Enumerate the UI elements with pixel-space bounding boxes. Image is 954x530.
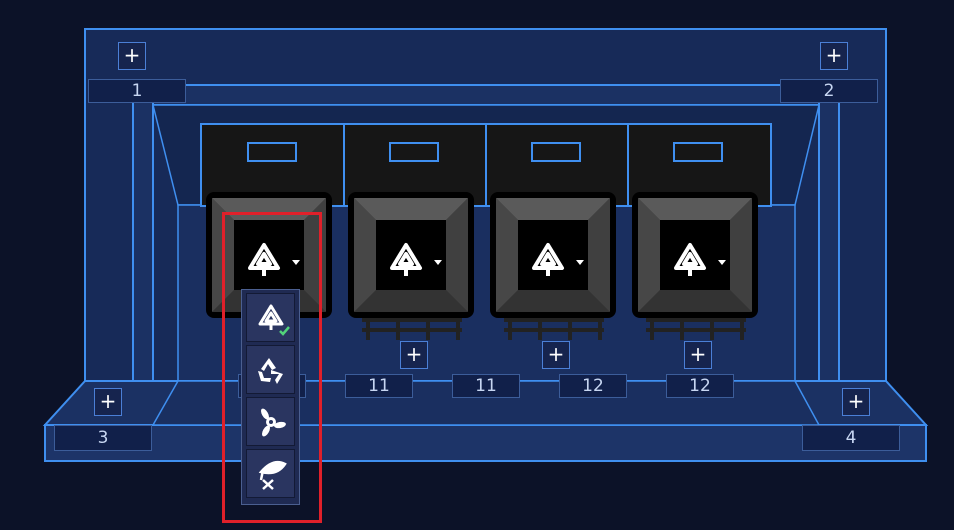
add-button-1[interactable]: + <box>118 42 146 70</box>
general-waste-icon <box>674 243 706 276</box>
menu-item-recyclable[interactable] <box>246 345 295 394</box>
bin-slot-2 <box>389 142 439 162</box>
food-waste-icon <box>258 461 287 490</box>
bin-wheels-4 <box>646 318 746 340</box>
caret-down-icon[interactable] <box>576 260 584 266</box>
bin-slot-4 <box>673 142 723 162</box>
wheel-rack <box>646 318 746 340</box>
caret-down-icon[interactable] <box>434 260 442 266</box>
general-waste-icon <box>532 243 564 276</box>
bin-wheels-3 <box>504 318 604 340</box>
bin-label-4: 12 <box>559 374 627 398</box>
waste-type-menu <box>241 289 300 505</box>
add-button-2[interactable]: + <box>820 42 848 70</box>
hazardous-waste-icon <box>261 408 286 437</box>
recyclable-icon <box>258 358 283 384</box>
bin-label-2: 11 <box>345 374 413 398</box>
add-button-4[interactable]: + <box>842 388 870 416</box>
bin-add-button-4[interactable]: + <box>684 341 712 369</box>
position-label-3: 3 <box>54 425 152 451</box>
position-label-1: 1 <box>88 79 186 103</box>
general-waste-icon <box>258 304 290 336</box>
bin-label-3: 11 <box>452 374 520 398</box>
bin-slot-1 <box>247 142 297 162</box>
bin-station-configurator: + 1 + 2 + 3 + 4 + + + 11 11 11 12 12 <box>0 0 954 530</box>
bin-add-button-3[interactable]: + <box>542 341 570 369</box>
menu-item-food-waste[interactable] <box>246 449 295 498</box>
position-label-2: 2 <box>780 79 878 103</box>
bin-4[interactable] <box>632 192 758 318</box>
wheel-rack <box>362 318 462 340</box>
add-button-3[interactable]: + <box>94 388 122 416</box>
caret-down-icon[interactable] <box>718 260 726 266</box>
wheel-rack <box>504 318 604 340</box>
position-label-4: 4 <box>802 425 900 451</box>
bin-slot-3 <box>531 142 581 162</box>
menu-item-hazardous[interactable] <box>246 397 295 446</box>
caret-down-icon[interactable] <box>292 260 300 266</box>
menu-item-general-waste[interactable] <box>246 293 295 342</box>
bin-2[interactable] <box>348 192 474 318</box>
general-waste-icon <box>390 243 422 276</box>
bin-wheels-2 <box>362 318 462 340</box>
bin-add-button-2[interactable]: + <box>400 341 428 369</box>
general-waste-icon <box>248 243 280 276</box>
bin-3[interactable] <box>490 192 616 318</box>
bin-label-5: 12 <box>666 374 734 398</box>
